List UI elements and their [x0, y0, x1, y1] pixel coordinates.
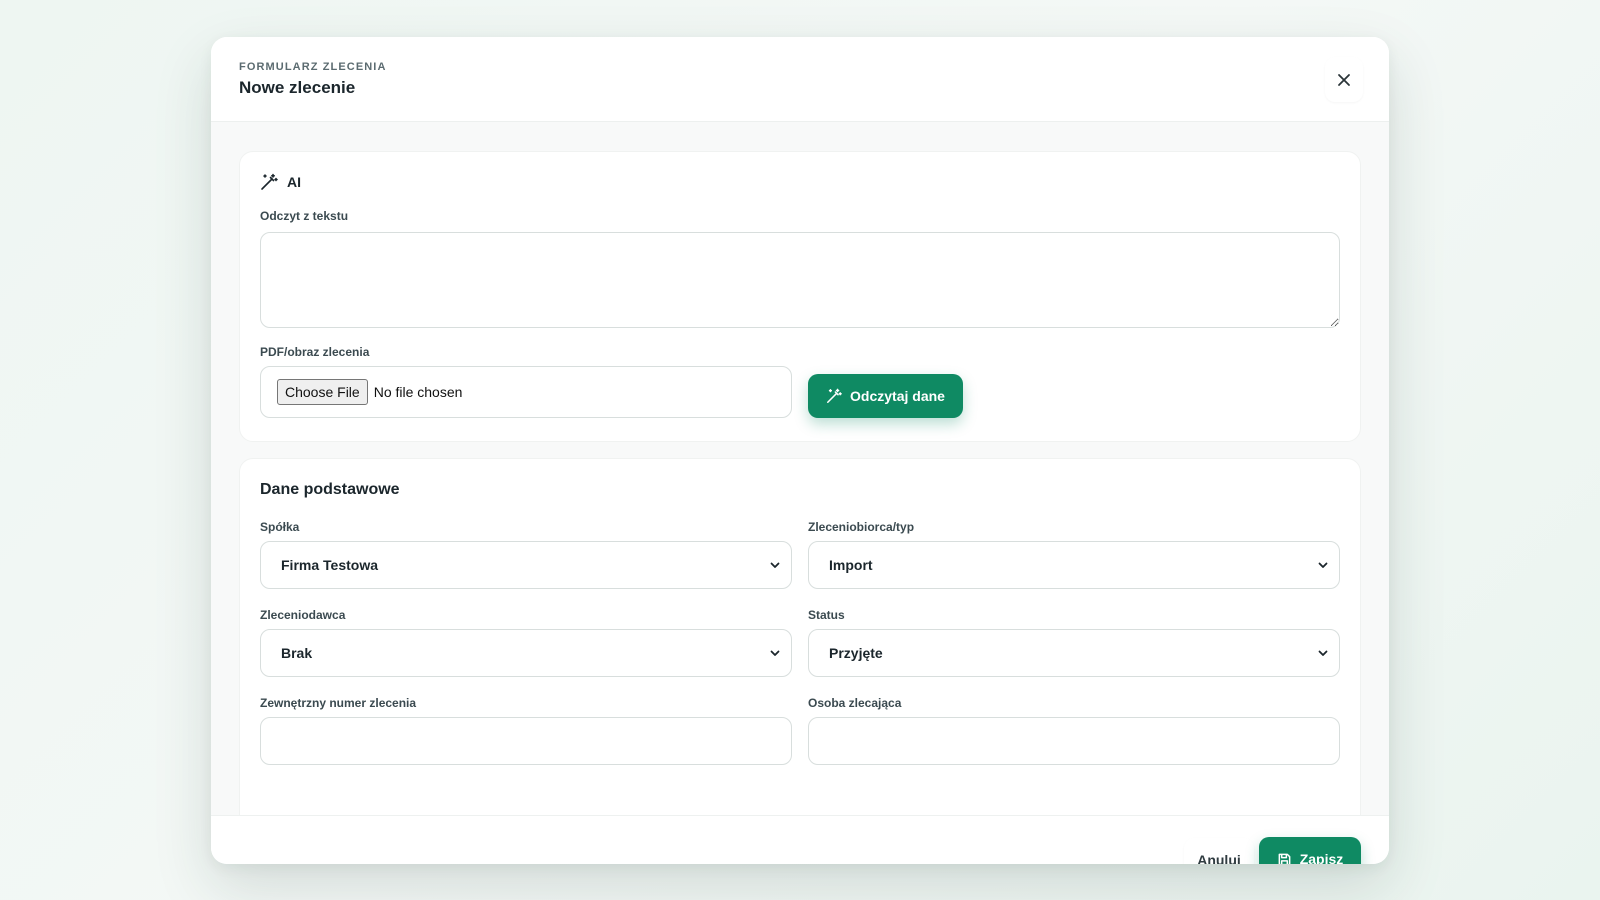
contractor-type-value: Import — [829, 557, 873, 573]
modal-header: FORMULARZ ZLECENIA Nowe zlecenie — [211, 37, 1389, 122]
ai-heading-label: AI — [287, 174, 301, 190]
file-label: PDF/obraz zlecenia — [260, 345, 370, 359]
chevron-down-icon — [1318, 562, 1328, 568]
company-label: Spółka — [260, 520, 300, 534]
chevron-down-icon — [770, 650, 780, 656]
external-number-input[interactable] — [260, 717, 792, 765]
choose-file-button[interactable]: Choose File — [277, 379, 368, 405]
read-data-label: Odczytaj dane — [850, 388, 945, 404]
client-select[interactable]: Brak — [260, 629, 792, 677]
chevron-down-icon — [770, 562, 780, 568]
file-input[interactable]: Choose File No file chosen — [260, 366, 792, 418]
magic-wand-icon — [827, 388, 842, 403]
section-title: Dane podstawowe — [260, 481, 400, 498]
save-button[interactable]: Zapisz — [1259, 837, 1361, 864]
read-data-button[interactable]: Odczytaj dane — [808, 374, 963, 418]
chevron-down-icon — [1318, 650, 1328, 656]
modal-footer: Anuluj Zapisz — [211, 815, 1389, 864]
file-status: No file chosen — [373, 384, 463, 400]
company-select[interactable]: Firma Testowa — [260, 541, 792, 589]
status-label: Status — [808, 608, 845, 622]
company-value: Firma Testowa — [281, 557, 378, 573]
contractor-type-select[interactable]: Import — [808, 541, 1340, 589]
status-select[interactable]: Przyjęte — [808, 629, 1340, 677]
client-label: Zleceniodawca — [260, 608, 346, 622]
external-number-label: Zewnętrzny numer zlecenia — [260, 696, 417, 710]
text-read-textarea[interactable] — [260, 232, 1340, 328]
client-value: Brak — [281, 645, 313, 661]
magic-wand-icon — [261, 173, 278, 190]
ordering-person-input[interactable] — [808, 717, 1340, 765]
basic-data-card: Dane podstawowe Spółka Firma Testowa Zle… — [239, 458, 1361, 815]
form-eyebrow: FORMULARZ ZLECENIA — [239, 61, 387, 73]
save-icon — [1278, 853, 1291, 864]
ai-card: AI Odczyt z tekstu PDF/obraz zlecenia Ch… — [239, 151, 1361, 442]
ai-heading: AI — [260, 173, 301, 191]
close-icon — [1338, 73, 1350, 86]
cancel-button[interactable]: Anuluj — [1184, 838, 1254, 864]
status-value: Przyjęte — [829, 645, 883, 661]
contractor-type-label: Zleceniobiorca/typ — [808, 520, 915, 534]
modal-body[interactable]: AI Odczyt z tekstu PDF/obraz zlecenia Ch… — [211, 122, 1389, 815]
ordering-person-label: Osoba zlecająca — [808, 696, 902, 710]
close-button[interactable] — [1325, 57, 1363, 102]
order-form-modal: FORMULARZ ZLECENIA Nowe zlecenie AI Odcz… — [211, 37, 1389, 864]
text-read-label: Odczyt z tekstu — [260, 209, 349, 223]
save-label: Zapisz — [1299, 851, 1344, 864]
page-title: Nowe zlecenie — [239, 78, 356, 97]
